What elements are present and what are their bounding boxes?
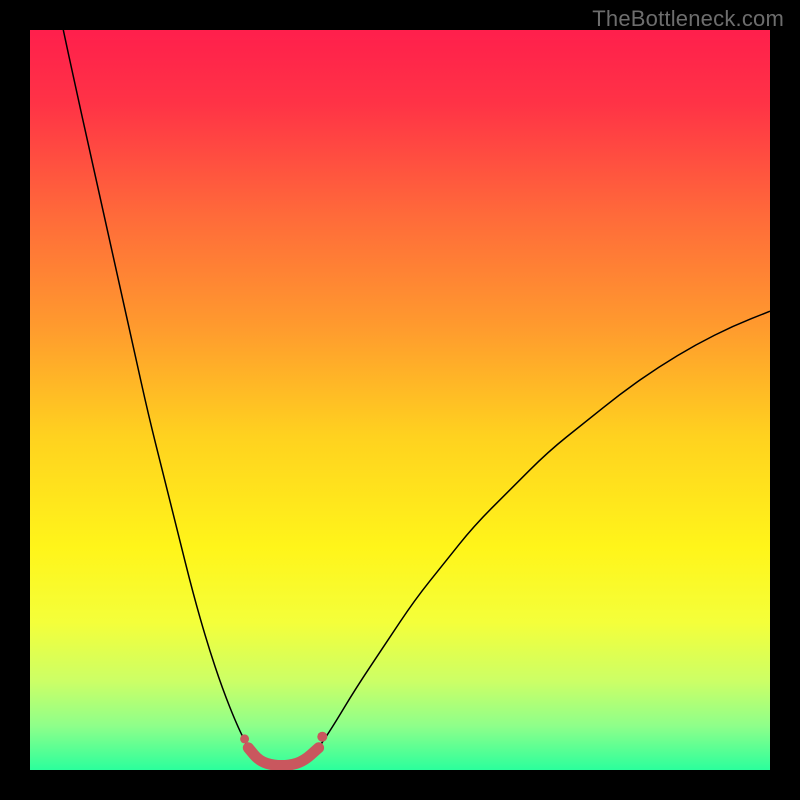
valley-dot-left — [240, 734, 249, 743]
watermark-text: TheBottleneck.com — [592, 6, 784, 32]
gradient-background — [30, 30, 770, 770]
valley-dot-right — [317, 732, 327, 742]
chart-frame — [30, 30, 770, 770]
bottleneck-chart — [30, 30, 770, 770]
